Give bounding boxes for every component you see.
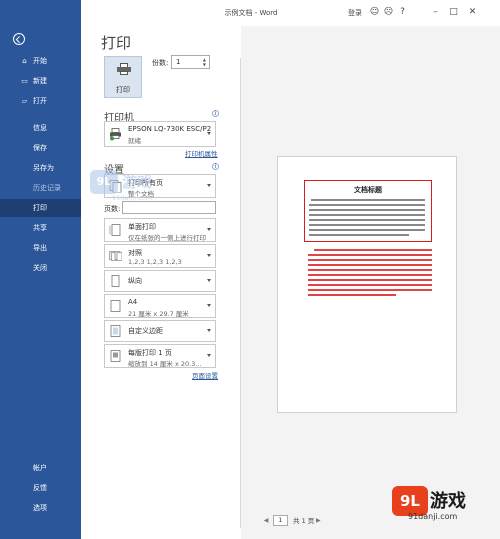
login-link[interactable]: 登录 — [348, 8, 362, 18]
watermark-logo-faded: 9L 游戏 91danji.com — [90, 170, 190, 210]
chevron-down-icon — [207, 132, 211, 135]
single-side-icon — [109, 224, 121, 236]
text-line — [308, 259, 432, 261]
printer-icon — [117, 63, 131, 75]
watermark-mark: 9L — [90, 170, 118, 194]
margins-icon — [110, 325, 121, 337]
print-preview: 文档标题 ◀ 1 共 1 页 ▶ — [241, 26, 500, 539]
spin-down-icon[interactable]: ▼ — [203, 62, 206, 67]
chevron-down-icon — [207, 304, 211, 307]
sidebar-item-close[interactable]: 关闭 — [0, 259, 81, 277]
orientation-select[interactable]: 纵向 — [104, 270, 216, 292]
sides-select[interactable]: 单面打印 仅在纸张的一侧上进行打印 — [104, 218, 216, 242]
page-navigator: ◀ 1 共 1 页 ▶ — [262, 514, 322, 526]
chevron-down-icon — [207, 254, 211, 257]
text-line — [309, 234, 409, 236]
preview-page: 文档标题 — [277, 156, 457, 413]
watermark-logo: 9L 游戏 91danji.com — [392, 486, 487, 522]
text-line — [309, 229, 425, 231]
text-line — [308, 279, 432, 281]
backstage-sidebar: ⌂ 开始 ▭ 新建 ▱ 打开 信息 保存 另存为 历史记录 打印 共享 导出 关闭 帐… — [0, 0, 81, 539]
portrait-icon — [111, 275, 120, 287]
watermark-url: 91danji.com — [408, 512, 458, 521]
paper-size-select[interactable]: A4 21 厘米 x 29.7 厘米 — [104, 294, 216, 318]
text-line — [309, 209, 425, 211]
home-icon: ⌂ — [22, 57, 27, 65]
sidebar-item-new[interactable]: ▭ 新建 — [0, 72, 81, 90]
printer-status: 就绪 — [128, 137, 141, 145]
info-icon[interactable]: i — [212, 110, 219, 117]
text-line — [308, 284, 432, 286]
text-line — [314, 249, 432, 251]
sidebar-item-home[interactable]: ⌂ 开始 — [0, 52, 81, 70]
page-setup-link[interactable]: 页面设置 — [192, 370, 218, 380]
watermark-text: 游戏 — [430, 491, 466, 512]
text-line — [309, 214, 425, 216]
sidebar-item-export[interactable]: 导出 — [0, 239, 81, 257]
copies-input[interactable]: 1 ▲ ▼ — [171, 55, 210, 69]
margins-select[interactable]: 自定义边距 — [104, 320, 216, 342]
help-icon[interactable]: ? — [397, 7, 408, 18]
text-line — [308, 269, 432, 271]
collation-select[interactable]: 对照 1,2,3 1,2,3 1,2,3 — [104, 244, 216, 268]
chevron-down-icon — [207, 228, 211, 231]
text-line — [311, 199, 425, 201]
minimize-icon[interactable]: – — [430, 7, 441, 18]
sidebar-item-feedback[interactable]: 反馈 — [0, 479, 81, 497]
collate-icon — [109, 251, 122, 261]
frown-icon[interactable]: ☹ — [383, 7, 394, 18]
smiley-icon[interactable]: ☺ — [369, 7, 380, 18]
text-line — [308, 294, 396, 296]
title-highlight-box: 文档标题 — [304, 180, 432, 242]
print-settings-panel: 打印 打印 份数: 1 ▲ ▼ 打印机 i EPSON LQ-730K ESC/… — [81, 26, 241, 539]
paper-size-icon — [110, 300, 121, 312]
document-title: 文档标题 — [354, 185, 382, 194]
total-pages: 共 1 页 — [293, 517, 315, 525]
printer-icon — [110, 128, 121, 141]
sidebar-item-save[interactable]: 保存 — [0, 139, 81, 157]
sidebar-item-print[interactable]: 打印 — [0, 199, 81, 217]
pages-per-sheet-icon — [110, 350, 121, 362]
chevron-down-icon — [207, 329, 211, 332]
copies-label: 份数: — [152, 59, 169, 67]
next-page-icon[interactable]: ▶ — [314, 517, 322, 524]
pages-per-sheet-select[interactable]: 每版打印 1 页 缩放到 14 厘米 x 20.3... — [104, 344, 216, 368]
info-icon[interactable]: i — [212, 163, 219, 170]
text-line — [309, 224, 425, 226]
back-arrow-icon[interactable] — [13, 33, 25, 45]
printer-select[interactable]: EPSON LQ-730K ESC/P2 就绪 — [104, 121, 216, 147]
current-page-input[interactable]: 1 — [273, 514, 288, 526]
text-line — [309, 219, 425, 221]
sidebar-item-save-as[interactable]: 另存为 — [0, 159, 81, 177]
chevron-down-icon — [207, 184, 211, 187]
new-icon: ▭ — [21, 77, 28, 85]
printer-name: EPSON LQ-730K ESC/P2 — [128, 125, 212, 133]
watermark-text: 游戏 — [122, 173, 153, 191]
sidebar-item-info[interactable]: 信息 — [0, 119, 81, 137]
title-bar: 示例文档 - Word 登录 ☺ ☹ ? – □ ✕ — [81, 0, 500, 26]
printer-properties-link[interactable]: 打印机属性 — [185, 148, 218, 158]
print-button[interactable]: 打印 — [104, 56, 142, 98]
text-line — [308, 274, 432, 276]
text-line — [309, 204, 425, 206]
sidebar-item-account[interactable]: 帐户 — [0, 459, 81, 477]
text-line — [308, 289, 432, 291]
chevron-down-icon — [207, 279, 211, 282]
restore-icon[interactable]: □ — [448, 7, 459, 18]
watermark-url: 91danji.com — [112, 194, 153, 202]
previous-page-icon[interactable]: ◀ — [262, 517, 270, 524]
chevron-down-icon — [207, 354, 211, 357]
close-icon[interactable]: ✕ — [467, 7, 478, 18]
sidebar-item-open[interactable]: ▱ 打开 — [0, 92, 81, 110]
page-title: 打印 — [101, 34, 132, 52]
sidebar-item-share[interactable]: 共享 — [0, 219, 81, 237]
text-line — [308, 264, 432, 266]
text-line — [308, 254, 432, 256]
open-icon: ▱ — [21, 97, 28, 105]
sidebar-item-options[interactable]: 选项 — [0, 499, 81, 517]
sidebar-item-history[interactable]: 历史记录 — [0, 179, 81, 197]
